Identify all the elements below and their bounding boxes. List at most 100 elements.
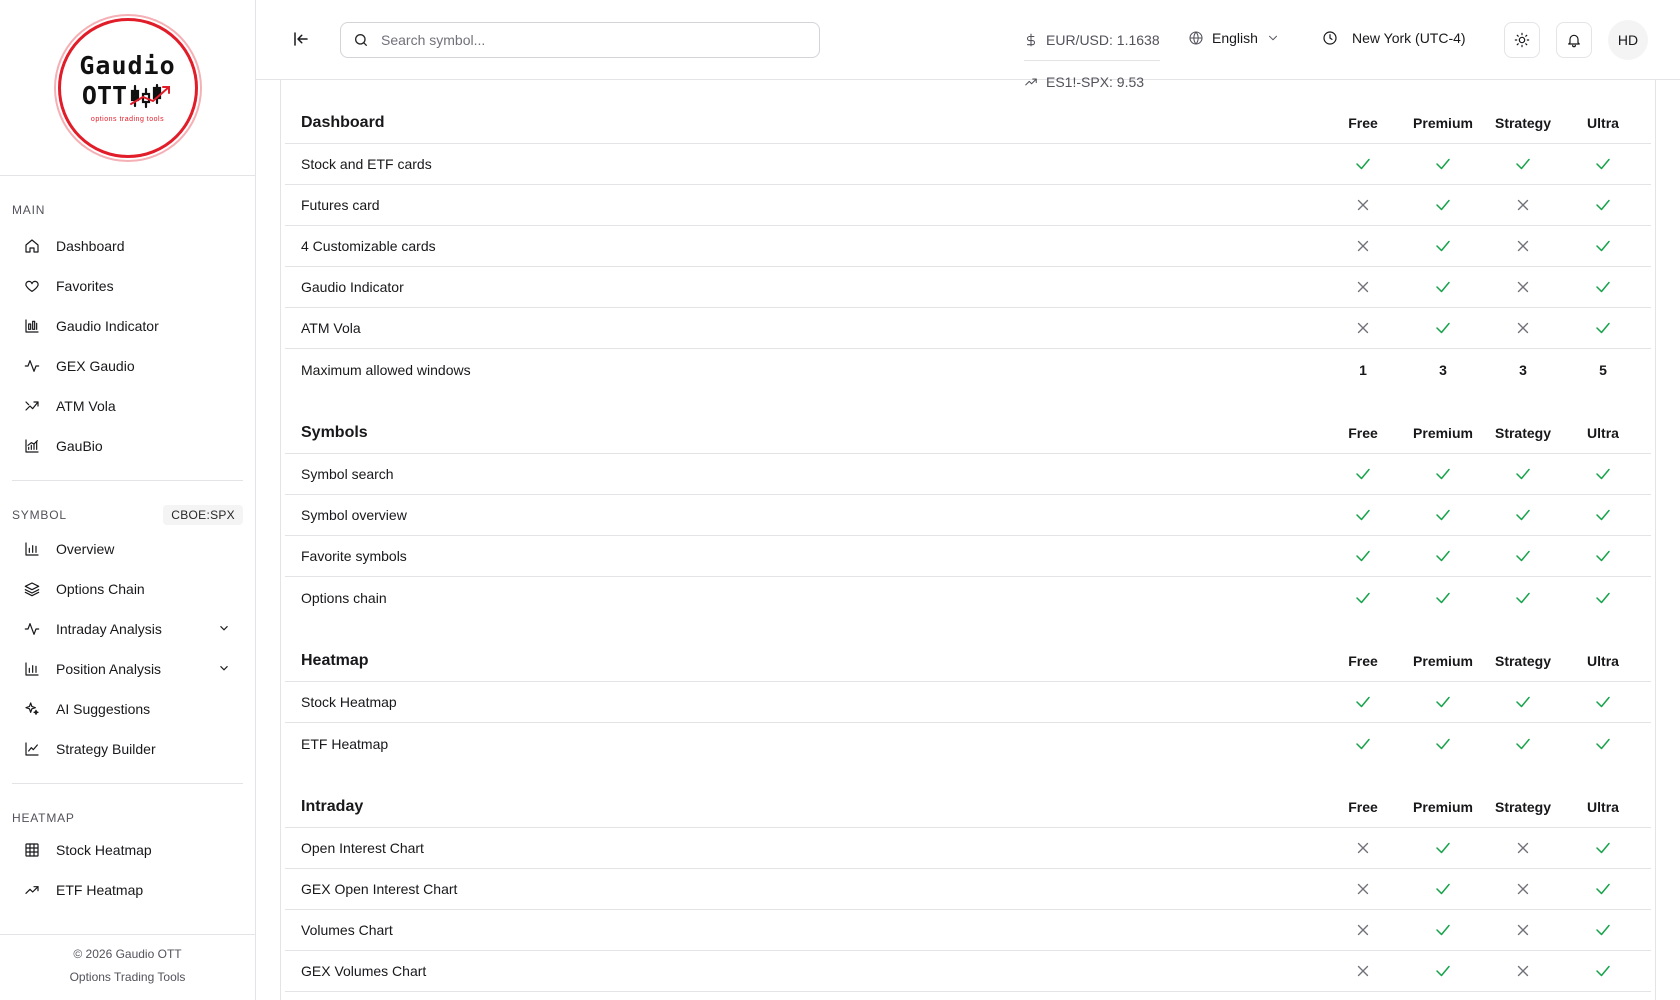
table-row: Options chain [285, 577, 1651, 618]
section-title: Dashboard [301, 113, 385, 131]
x-icon [1323, 319, 1403, 337]
sidebar-item-dashboard[interactable]: Dashboard [12, 226, 243, 266]
check-icon [1403, 547, 1483, 565]
search-icon [355, 34, 367, 46]
sidebar-item-gex-gaudio[interactable]: GEX Gaudio [12, 346, 243, 386]
check-icon [1403, 155, 1483, 173]
section-title: Symbols [301, 423, 368, 441]
plan-column-header: Premium [1413, 652, 1473, 669]
sidebar-item-favorites[interactable]: Favorites [12, 266, 243, 306]
feature-name: 4 Customizable cards [301, 238, 436, 254]
section-label-symbol: SYMBOL CBOE:SPX [0, 505, 255, 525]
sidebar-item-options-chain[interactable]: Options Chain [12, 569, 243, 609]
x-icon [1483, 237, 1563, 255]
notifications-button[interactable] [1556, 22, 1592, 58]
feature-name: ATM Vola [301, 320, 361, 336]
check-icon [1403, 237, 1483, 255]
sidebar-item-etf-heatmap[interactable]: ETF Heatmap [12, 870, 243, 910]
table-row: 4 Customizable cards [285, 226, 1651, 267]
table-row: Symbol search [285, 454, 1651, 495]
feature-sections: Dashboard Free Premium Strategy Ultra Stock a… [285, 102, 1651, 1000]
check-icon [1563, 921, 1643, 939]
dollar-icon [1026, 33, 1036, 47]
sidebar-item-gaudio-indicator[interactable]: Gaudio Indicator [12, 306, 243, 346]
limit-number: 3 [1519, 361, 1527, 378]
symbol-badge[interactable]: CBOE:SPX [163, 505, 243, 525]
check-icon [1323, 155, 1403, 173]
sidebar-item-gaubio[interactable]: GauBio [12, 426, 243, 466]
language-selector[interactable]: English [1188, 30, 1280, 46]
sidebar-item-label: ETF Heatmap [56, 882, 144, 898]
check-icon [1483, 693, 1563, 711]
grid-icon [24, 842, 40, 858]
check-icon [1563, 547, 1643, 565]
symbol-nav: Overview Options Chain Intraday Analysis… [0, 529, 255, 769]
limit-number: 3 [1439, 361, 1447, 378]
check-icon [1563, 693, 1643, 711]
x-icon [1483, 319, 1563, 337]
globe-icon [1189, 31, 1203, 45]
feature-name: Options chain [301, 589, 387, 606]
feature-name: Gaudio Indicator [301, 279, 404, 295]
sidebar-item-atm-vola[interactable]: ATM Vola [12, 386, 243, 426]
chevron-down-icon[interactable] [217, 621, 231, 638]
check-icon [1323, 506, 1403, 524]
sparkles-icon [24, 701, 40, 717]
check-icon [1403, 735, 1483, 753]
plan-column-header: Ultra [1587, 424, 1619, 441]
sidebar-item-strategy-builder[interactable]: Strategy Builder [12, 729, 243, 769]
table-row: Symbol overview [285, 495, 1651, 536]
section-label-main: MAIN [12, 203, 46, 217]
sidebar-item-overview[interactable]: Overview [12, 529, 243, 569]
table-row: GEX Open Interest Chart [285, 869, 1651, 910]
plan-column-header: Free [1348, 652, 1378, 669]
sidebar-item-position-analysis[interactable]: Position Analysis [12, 649, 243, 689]
check-icon [1563, 506, 1643, 524]
logo-line-2-text: OTT [81, 81, 128, 110]
logo-area: Gaudio OTT options trading tools [0, 0, 255, 176]
sidebar-item-label: ATM Vola [56, 398, 116, 414]
check-icon [1403, 589, 1483, 607]
check-icon [1403, 465, 1483, 483]
x-icon [1323, 237, 1403, 255]
home-icon [24, 238, 40, 254]
user-avatar[interactable]: HD [1608, 20, 1648, 60]
sidebar-item-intraday-analysis[interactable]: Intraday Analysis [12, 609, 243, 649]
check-icon [1563, 237, 1643, 255]
symbol-search[interactable] [340, 22, 820, 58]
sidebar-item-label: Favorites [56, 278, 114, 294]
x-icon [1483, 839, 1563, 857]
check-icon [1403, 839, 1483, 857]
check-icon [1483, 506, 1563, 524]
sidebar-item-ai-suggestions[interactable]: AI Suggestions [12, 689, 243, 729]
sidebar-item-label: Position Analysis [56, 661, 162, 677]
chevron-down-icon[interactable] [217, 661, 231, 678]
sun-icon [1514, 32, 1530, 48]
limit-value: 3 [1403, 362, 1483, 378]
table-row: Open Interest Chart [285, 828, 1651, 869]
bar-chart-icon [24, 541, 40, 557]
main-nav: Dashboard Favorites Gaudio Indicator GEX… [0, 226, 255, 466]
table-row: Stock Heatmap [285, 682, 1651, 723]
section-header: Intraday Free Premium Strategy Ultra [285, 786, 1651, 828]
collapse-sidebar-button[interactable] [292, 30, 312, 50]
check-icon [1563, 962, 1643, 980]
search-input[interactable] [381, 32, 801, 48]
feature-section-dashboard: Dashboard Free Premium Strategy Ultra Stock a… [285, 102, 1651, 390]
sidebar-item-stock-heatmap[interactable]: Stock Heatmap [12, 830, 243, 870]
check-icon [1323, 589, 1403, 607]
check-icon [1483, 547, 1563, 565]
sidebar-item-label: Overview [56, 541, 115, 557]
timezone-display[interactable]: New York (UTC-4) [1322, 30, 1466, 46]
check-icon [1563, 319, 1643, 337]
check-icon [1403, 506, 1483, 524]
x-icon [1483, 278, 1563, 296]
brand-logo[interactable]: Gaudio OTT options trading tools [57, 17, 198, 158]
table-row: GEX Volumes Chart [285, 951, 1651, 992]
check-icon [1563, 196, 1643, 214]
plan-column-header: Ultra [1587, 114, 1619, 131]
limit-value: 3 [1483, 362, 1563, 378]
plan-column-header: Free [1348, 798, 1378, 815]
section-title: Heatmap [301, 651, 369, 669]
theme-toggle-button[interactable] [1504, 22, 1540, 58]
